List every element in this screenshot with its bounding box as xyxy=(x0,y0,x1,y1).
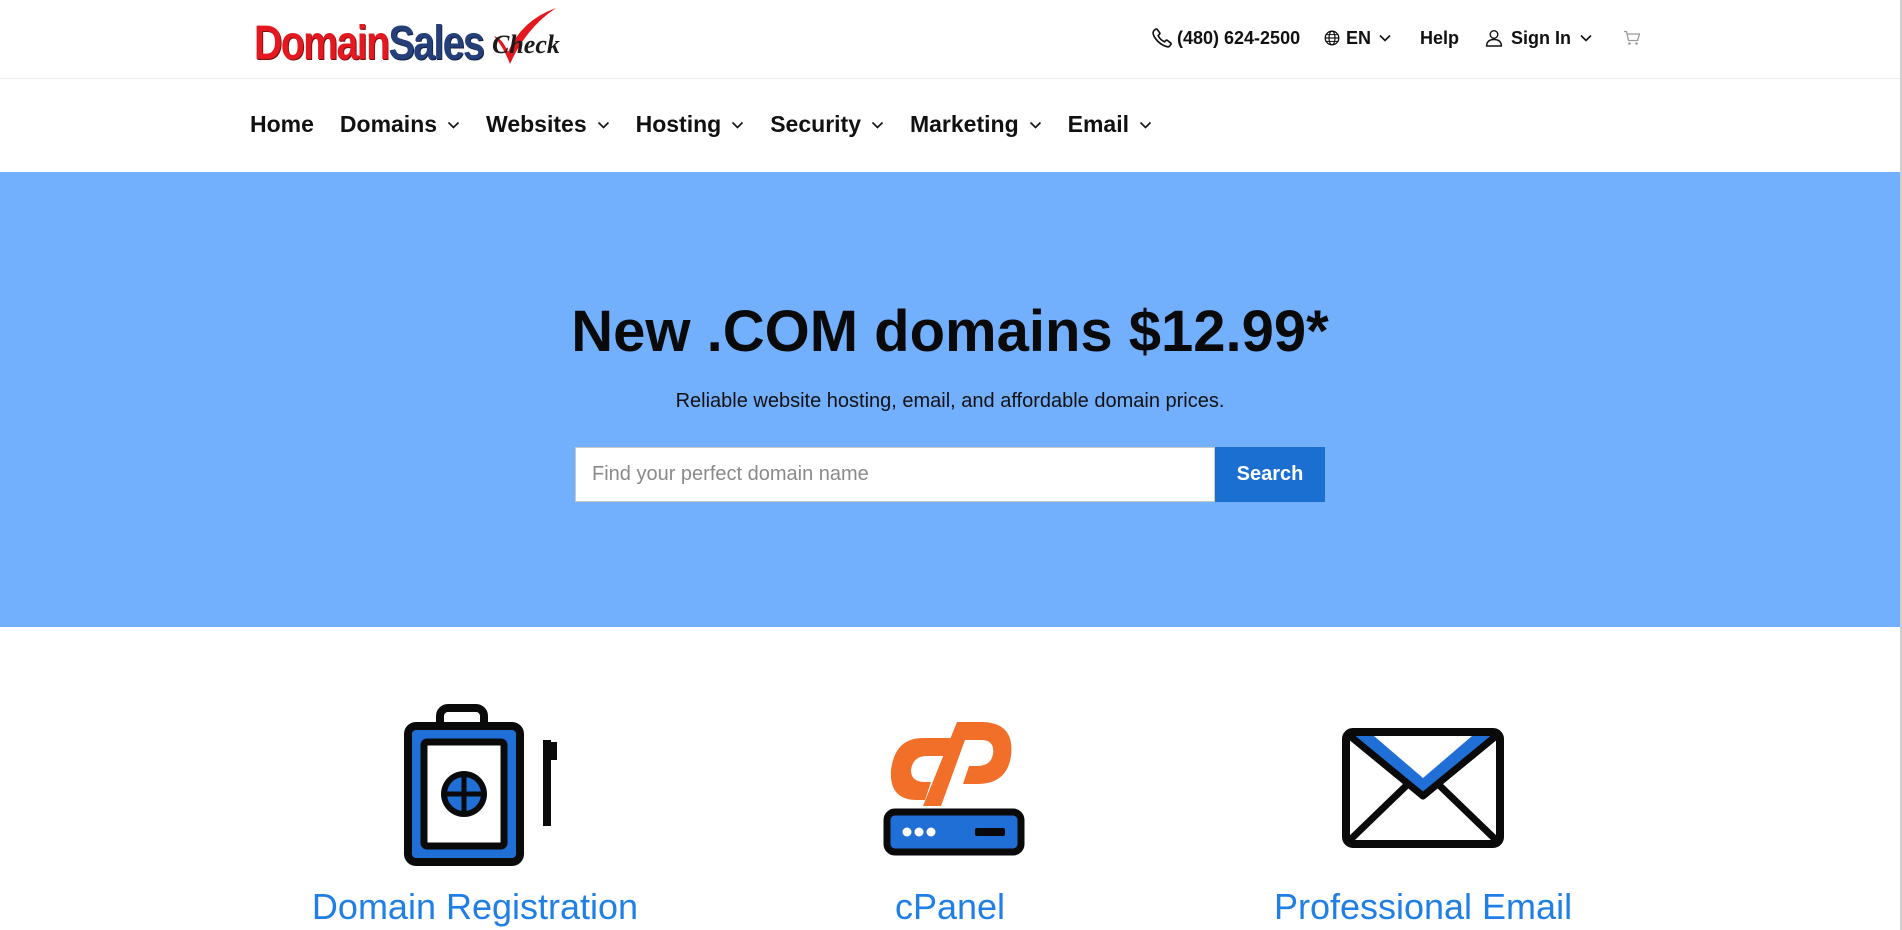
cart-button[interactable] xyxy=(1623,24,1641,52)
hero-subtitle: Reliable website hosting, email, and aff… xyxy=(675,390,1225,412)
domain-registration-link[interactable]: Domain Registration xyxy=(245,886,705,928)
nav-label: Hosting xyxy=(635,111,722,137)
nav-label: Home xyxy=(250,111,314,137)
search-button[interactable]: Search xyxy=(1215,447,1325,502)
chevron-down-icon xyxy=(871,121,884,129)
nav-item-websites[interactable]: Websites xyxy=(486,111,610,138)
nav-label: Email xyxy=(1067,111,1129,137)
chevron-down-icon xyxy=(1379,34,1391,42)
nav-label: Websites xyxy=(486,111,587,137)
cart-icon xyxy=(1624,30,1641,45)
product-professional-email: Professional Email xyxy=(1193,700,1653,927)
nav-item-email[interactable]: Email xyxy=(1068,111,1152,138)
nav-label: Marketing xyxy=(909,111,1019,137)
phone-number: (480) 624-2500 xyxy=(1177,27,1301,48)
nav-item-security[interactable]: Security xyxy=(770,111,884,138)
nav-item-marketing[interactable]: Marketing xyxy=(910,111,1042,138)
product-cpanel: cPanel xyxy=(720,700,1180,927)
nav-item-home[interactable]: Home xyxy=(250,111,314,138)
site-logo[interactable]: DomainSales Check xyxy=(254,6,560,70)
logo-wordmark: DomainSales xyxy=(254,17,485,70)
language-label: EN xyxy=(1346,27,1372,48)
main-navigation: Home Domains Websites Hosting Security M… xyxy=(0,79,1900,172)
professional-email-link[interactable]: Professional Email xyxy=(1193,886,1653,928)
top-header: DomainSales Check (480) 624-2500 EN Help xyxy=(0,0,1900,79)
cpanel-icon xyxy=(883,722,1025,856)
phone-link[interactable]: (480) 624-2500 xyxy=(1151,24,1300,52)
globe-icon xyxy=(1324,30,1340,46)
sign-in-menu[interactable]: Sign In xyxy=(1485,24,1592,52)
language-selector[interactable]: EN xyxy=(1324,24,1391,52)
help-label: Help xyxy=(1420,27,1460,48)
nav-item-hosting[interactable]: Hosting xyxy=(636,111,745,138)
sign-in-label: Sign In xyxy=(1511,27,1571,48)
user-icon xyxy=(1485,30,1503,47)
domain-search-input[interactable] xyxy=(575,447,1215,502)
nav-label: Domains xyxy=(339,111,438,137)
product-domain-registration: Domain Registration xyxy=(245,700,705,927)
domain-search-form: Search xyxy=(575,447,1325,502)
logo-check-word: Check xyxy=(492,30,560,59)
domain-registration-icon xyxy=(404,704,557,866)
chevron-down-icon xyxy=(732,121,744,129)
nav-item-domains[interactable]: Domains xyxy=(340,111,460,138)
chevron-down-icon xyxy=(1029,121,1041,129)
hero-title: New .COM domains $12.99* xyxy=(571,299,1329,364)
chevron-down-icon xyxy=(1139,121,1152,129)
nav-label: Security xyxy=(770,111,861,137)
help-link[interactable]: Help xyxy=(1420,24,1459,52)
chevron-down-icon xyxy=(1580,34,1592,42)
phone-icon xyxy=(1152,28,1172,48)
envelope-icon xyxy=(1342,728,1504,848)
hero-banner: New .COM domains $12.99* Reliable websit… xyxy=(0,172,1900,627)
chevron-down-icon xyxy=(597,121,609,129)
chevron-down-icon xyxy=(447,121,460,129)
cpanel-link[interactable]: cPanel xyxy=(720,886,1180,928)
